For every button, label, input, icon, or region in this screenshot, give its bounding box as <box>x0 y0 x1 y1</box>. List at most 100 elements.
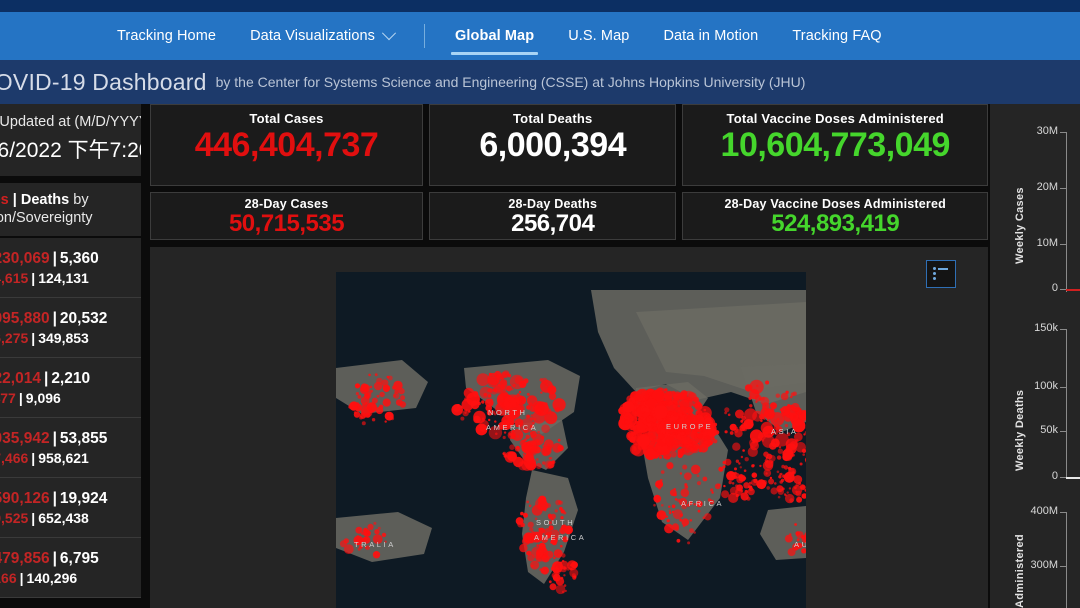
chart-y-tick-label: 50k <box>1040 424 1058 436</box>
chart-y-tick-mark <box>1060 188 1066 189</box>
chart-y-axis-title: Weekly Cases <box>1014 172 1026 264</box>
region-secondary-counts: 1,234,615|124,131 <box>0 270 89 286</box>
nav-item-global-map[interactable]: Global Map <box>438 12 551 60</box>
chart-y-tick-mark <box>1060 329 1066 330</box>
card-28day-deaths[interactable]: 28-Day Deaths 256,704 <box>429 192 676 240</box>
chart-y-tick-mark <box>1060 566 1066 567</box>
region-list-item[interactable]: 29,035,942|53,855 2,387,466|958,621 <box>0 418 141 478</box>
covid-dashboard-page: Tracking Home Data Visualizations Global M… <box>0 0 1080 608</box>
region-list-item[interactable]: 10,479,856|6,795 784,166|140,296 <box>0 538 141 598</box>
chart-y-tick-label: 100k <box>1034 380 1058 392</box>
nav-item-tracking-home[interactable]: Tracking Home <box>100 12 233 60</box>
chart-y-tick-label: 30M <box>1037 125 1058 137</box>
right-chart-column[interactable]: Weekly Cases30M20M10M0Weekly Deaths150k1… <box>990 104 1080 608</box>
card-28day-vaccine-label: 28-Day Vaccine Doses Administered <box>724 197 946 211</box>
browser-top-strip <box>0 0 1080 12</box>
nav-separator <box>424 24 425 48</box>
chart-series-line <box>1066 477 1080 479</box>
world-map-svg <box>336 272 806 608</box>
region-list-item[interactable]: 18,590,126|19,924 1,209,525|652,438 <box>0 478 141 538</box>
region-header-line2: Region/Sovereignty <box>0 210 141 226</box>
last-updated-time: 3/6/2022 下午7:20 <box>0 134 141 164</box>
region-header-cases: Cases <box>0 192 9 208</box>
chart-weekly-cases[interactable]: Weekly Cases 30M 20M 10M 0 <box>990 114 1080 294</box>
card-28day-deaths-value: 256,704 <box>511 211 594 237</box>
last-updated-panel: Last Updated at (M/D/YYYY) 3/6/2022 下午7:… <box>0 104 141 176</box>
nav-item-label: Data Visualizations <box>250 28 375 44</box>
nav-item-label: Tracking FAQ <box>792 28 881 44</box>
chart-y-tick-label: 20M <box>1037 181 1058 193</box>
page-subtitle: by the Center for Systems Science and En… <box>216 74 806 90</box>
chart-y-tick-mark <box>1060 512 1066 513</box>
dashboard-title-bar: COVID-19 Dashboard by the Center for Sys… <box>0 60 1080 104</box>
card-28day-cases-value: 50,715,535 <box>229 211 344 237</box>
card-total-cases[interactable]: Total Cases 446,404,737 <box>150 104 423 186</box>
chart-y-tick-label: 0 <box>1052 282 1058 294</box>
main-navigation-bar: Tracking Home Data Visualizations Global M… <box>0 12 1080 60</box>
region-list-header: Cases | Deaths by Region/Sovereignty <box>0 183 141 236</box>
card-total-deaths-label: Total Deaths <box>513 111 592 126</box>
chart-y-axis-line <box>1066 329 1067 479</box>
nav-item-list: Tracking Home Data Visualizations Global M… <box>100 12 899 60</box>
summary-cards-row-28day: 28-Day Cases 50,715,535 28-Day Deaths 25… <box>150 192 988 240</box>
nav-item-label: Data in Motion <box>663 28 758 44</box>
card-total-vaccine-value: 10,604,773,049 <box>721 127 950 164</box>
legend-toggle-button[interactable] <box>926 260 956 288</box>
region-list-item[interactable]: 5,122,014|2,210 113,477|9,096 <box>0 358 141 418</box>
nav-item-label: Tracking Home <box>117 28 216 44</box>
region-list-item[interactable]: 79,230,069|5,3601,234,615|124,131 <box>0 238 141 298</box>
region-secondary-counts: 1,456,275|349,853 <box>0 330 89 346</box>
chart-y-tick-label: 400M <box>1030 505 1058 517</box>
region-secondary-counts: 784,166|140,296 <box>0 570 77 586</box>
nav-item-label: U.S. Map <box>568 28 629 44</box>
region-list[interactable]: 79,230,069|5,3601,234,615|124,13128,995,… <box>0 238 141 598</box>
chart-y-tick-mark <box>1060 431 1066 432</box>
chevron-down-icon[interactable] <box>382 26 396 40</box>
card-total-deaths-value: 6,000,394 <box>479 127 626 164</box>
chart-y-tick-label: 300M <box>1030 559 1058 571</box>
nav-active-underline <box>451 52 538 55</box>
card-28day-vaccine-value: 524,893,419 <box>771 211 899 237</box>
region-primary-counts: 10,479,856|6,795 <box>0 550 99 568</box>
chart-weekly-deaths[interactable]: Weekly Deaths150k100k50k0 <box>990 319 1080 499</box>
region-header-deaths: Deaths <box>21 192 69 208</box>
global-map-panel[interactable]: NORTHAMERICASOUTHAMERICAEUROPEAFRICAASIA… <box>150 247 988 608</box>
card-28day-cases-label: 28-Day Cases <box>245 197 329 211</box>
region-header-pipe: | <box>13 192 17 208</box>
chart-y-tick-label: 10M <box>1037 237 1058 249</box>
card-28day-cases[interactable]: 28-Day Cases 50,715,535 <box>150 192 423 240</box>
region-primary-counts: 5,122,014|2,210 <box>0 370 90 388</box>
nav-item-data-visualizations[interactable]: Data Visualizations <box>233 12 411 60</box>
chart-y-axis-line <box>1066 132 1067 292</box>
last-updated-label: Last Updated at (M/D/YYYY) <box>0 114 141 130</box>
region-primary-counts: 28,995,880|20,532 <box>0 310 107 328</box>
card-28day-vaccine[interactable]: 28-Day Vaccine Doses Administered 524,89… <box>682 192 988 240</box>
summary-cards: Total Cases 446,404,737 Total Deaths 6,0… <box>150 104 988 240</box>
chart-y-tick-mark <box>1060 132 1066 133</box>
nav-item-label: Global Map <box>455 28 534 44</box>
left-sidebar[interactable]: Last Updated at (M/D/YYYY) 3/6/2022 下午7:… <box>0 104 141 608</box>
region-list-item[interactable]: 28,995,880|20,532 1,456,275|349,853 <box>0 298 141 358</box>
page-title: COVID-19 Dashboard <box>0 69 207 96</box>
region-secondary-counts: 113,477|9,096 <box>0 390 61 406</box>
nav-item-tracking-faq[interactable]: Tracking FAQ <box>775 12 898 60</box>
region-primary-counts: 29,035,942|53,855 <box>0 430 107 448</box>
card-total-deaths[interactable]: Total Deaths 6,000,394 <box>429 104 676 186</box>
nav-item-u-s-map[interactable]: U.S. Map <box>551 12 646 60</box>
region-secondary-counts: 1,209,525|652,438 <box>0 510 89 526</box>
region-header-by: by <box>73 192 88 208</box>
chart-weekly-doses-administered[interactable]: Administered400M300M <box>990 494 1080 608</box>
chart-y-tick-mark <box>1060 387 1066 388</box>
card-total-vaccine[interactable]: Total Vaccine Doses Administered 10,604,… <box>682 104 988 186</box>
legend-list-icon <box>933 268 949 281</box>
nav-item-data-in-motion[interactable]: Data in Motion <box>646 12 775 60</box>
chart-y-axis-line <box>1066 512 1067 608</box>
region-primary-counts: 18,590,126|19,924 <box>0 490 107 508</box>
chart-y-tick-mark <box>1060 244 1066 245</box>
card-28day-deaths-label: 28-Day Deaths <box>508 197 597 211</box>
world-map[interactable]: NORTHAMERICASOUTHAMERICAEUROPEAFRICAASIA… <box>336 272 806 608</box>
region-secondary-counts: 2,387,466|958,621 <box>0 450 89 466</box>
summary-cards-row-total: Total Cases 446,404,737 Total Deaths 6,0… <box>150 104 988 186</box>
chart-series-line <box>1066 289 1080 291</box>
card-total-cases-label: Total Cases <box>249 111 323 126</box>
